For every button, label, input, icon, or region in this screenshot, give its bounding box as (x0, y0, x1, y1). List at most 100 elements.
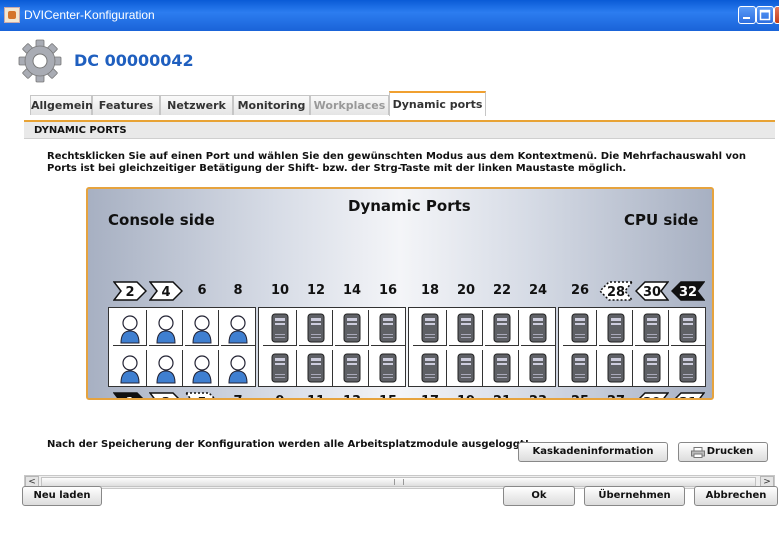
port-8-label[interactable]: 8 (221, 281, 255, 301)
server-icon[interactable] (449, 310, 483, 346)
server-icon[interactable] (635, 310, 669, 346)
port-23-label[interactable]: 23 (521, 392, 555, 398)
port-9-label[interactable]: 9 (263, 392, 297, 398)
tab-allgemein[interactable]: Allgemein (30, 95, 93, 115)
server-icon[interactable] (371, 350, 405, 386)
server-icon[interactable] (449, 350, 483, 386)
port-29-label[interactable]: 29 (635, 392, 670, 400)
close-button[interactable] (774, 6, 779, 24)
port-21-label[interactable]: 21 (485, 392, 519, 398)
print-button[interactable]: Drucken (678, 442, 768, 462)
server-icon[interactable] (299, 310, 333, 346)
port-16-label[interactable]: 16 (371, 281, 405, 301)
app-icon (4, 7, 20, 23)
svg-text:2: 2 (125, 285, 134, 300)
port-5-label[interactable]: 5 (184, 392, 219, 400)
server-icon[interactable] (599, 350, 633, 386)
port-13-label[interactable]: 13 (335, 392, 369, 398)
port-2-label[interactable]: 2 (112, 281, 148, 301)
server-icon[interactable] (371, 310, 405, 346)
port-7-label[interactable]: 7 (221, 392, 255, 398)
svg-text:1: 1 (125, 396, 134, 400)
tab-netzwerk[interactable]: Netzwerk (160, 95, 233, 115)
port-28-label[interactable]: 28 (598, 281, 634, 301)
user-icon[interactable] (221, 310, 255, 346)
svg-text:3: 3 (161, 396, 170, 400)
server-icon[interactable] (563, 350, 597, 386)
tab-dynamic-ports[interactable]: Dynamic ports (389, 91, 486, 116)
logout-warning: Nach der Speicherung der Konfiguration w… (47, 439, 530, 450)
server-icon[interactable] (521, 310, 555, 346)
server-icon[interactable] (413, 350, 447, 386)
port-4-label[interactable]: 4 (148, 281, 184, 301)
server-icon[interactable] (299, 350, 333, 386)
maximize-button[interactable] (756, 6, 774, 24)
server-icon[interactable] (599, 310, 633, 346)
server-icon[interactable] (485, 310, 519, 346)
user-icon[interactable] (149, 310, 183, 346)
server-icon[interactable] (671, 310, 705, 346)
port-14-label[interactable]: 14 (335, 281, 369, 301)
port-27-label[interactable]: 27 (599, 392, 633, 398)
port-15-label[interactable]: 15 (371, 392, 405, 398)
user-icon[interactable] (113, 350, 147, 386)
svg-text:5: 5 (197, 396, 206, 400)
server-icon[interactable] (335, 310, 369, 346)
apply-button[interactable]: Übernehmen (584, 486, 685, 506)
server-icon[interactable] (263, 310, 297, 346)
port-6-label[interactable]: 6 (185, 281, 219, 301)
svg-text:28: 28 (607, 285, 625, 300)
port-10-label[interactable]: 10 (263, 281, 297, 301)
server-icon[interactable] (413, 310, 447, 346)
server-icon[interactable] (485, 350, 519, 386)
tab-features[interactable]: Features (92, 95, 160, 115)
window-titlebar[interactable]: DVICenter-Konfiguration (0, 0, 779, 32)
server-icon[interactable] (263, 350, 297, 386)
cascade-info-button[interactable]: Kaskadeninformation (518, 442, 668, 462)
port-32-label[interactable]: 32 (670, 281, 706, 301)
print-button-label: Drucken (706, 446, 754, 457)
port-31-label[interactable]: 31 (671, 392, 706, 398)
port-30-label[interactable]: 30 (634, 281, 670, 301)
dynamic-ports-diagram: Dynamic Ports Console side CPU side 2468… (86, 187, 714, 400)
server-icon[interactable] (335, 350, 369, 386)
reload-button[interactable]: Neu laden (22, 486, 102, 506)
tab-monitoring[interactable]: Monitoring (233, 95, 310, 115)
port-22-label[interactable]: 22 (485, 281, 519, 301)
server-icon[interactable] (635, 350, 669, 386)
svg-text:30: 30 (643, 285, 661, 300)
port-1-label[interactable]: 1 (112, 392, 147, 400)
instructions-text: Rechtsklicken Sie auf einen Port und wäh… (47, 151, 746, 174)
tab-workplaces[interactable]: Workplaces (310, 95, 389, 115)
svg-text:29: 29 (643, 396, 661, 400)
port-12-label[interactable]: 12 (299, 281, 333, 301)
port-18-label[interactable]: 18 (413, 281, 447, 301)
minimize-button[interactable] (738, 6, 756, 24)
user-icon[interactable] (113, 310, 147, 346)
main-window: DC 00000042 Allgemein Features Netzwerk … (0, 31, 779, 535)
printer-icon (691, 447, 705, 458)
server-icon[interactable] (563, 310, 597, 346)
user-icon[interactable] (185, 350, 219, 386)
cpu-side-label: CPU side (624, 211, 699, 229)
section-header: DYNAMIC PORTS (24, 122, 775, 139)
port-25-label[interactable]: 25 (563, 392, 597, 398)
svg-text:32: 32 (679, 285, 697, 300)
server-icon[interactable] (671, 350, 705, 386)
console-side-label: Console side (108, 211, 215, 229)
port-19-label[interactable]: 19 (449, 392, 483, 398)
svg-text:4: 4 (161, 285, 170, 300)
port-26-label[interactable]: 26 (563, 281, 597, 301)
ok-button[interactable]: Ok (503, 486, 575, 506)
port-24-label[interactable]: 24 (521, 281, 555, 301)
server-icon[interactable] (521, 350, 555, 386)
cancel-button[interactable]: Abbrechen (694, 486, 778, 506)
port-11-label[interactable]: 11 (299, 392, 333, 398)
port-3-label[interactable]: 3 (148, 392, 183, 400)
port-20-label[interactable]: 20 (449, 281, 483, 301)
port-17-label[interactable]: 17 (413, 392, 447, 398)
user-icon[interactable] (221, 350, 255, 386)
user-icon[interactable] (149, 350, 183, 386)
user-icon[interactable] (185, 310, 219, 346)
diagram-title: Dynamic Ports (348, 197, 471, 215)
